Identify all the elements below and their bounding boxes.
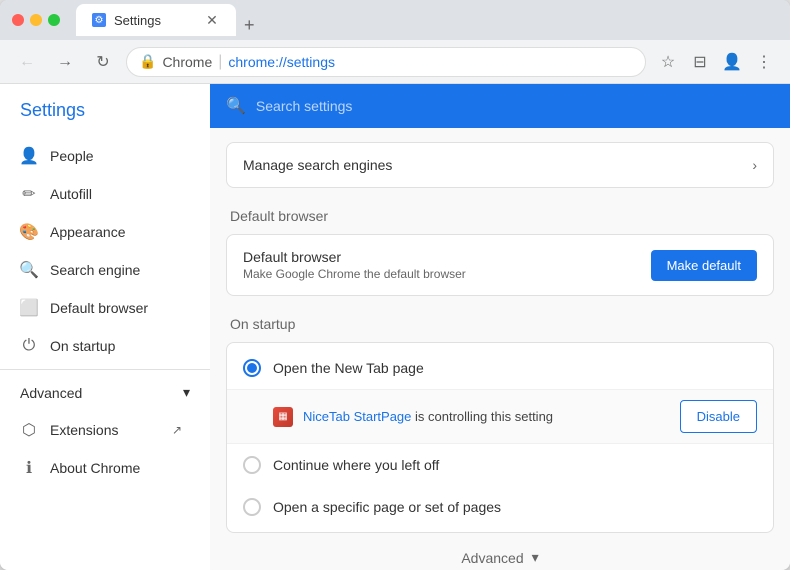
new-tab-button[interactable]: + xyxy=(236,15,263,36)
extensions-icon: ⬡ xyxy=(20,421,38,439)
sidebar-item-people[interactable]: 👤 People xyxy=(0,137,202,175)
search-bar-icon: 🔍 xyxy=(226,96,246,116)
maximize-button[interactable] xyxy=(48,14,60,26)
tab-favicon-icon xyxy=(92,13,106,27)
autofill-icon: ✏ xyxy=(20,185,38,203)
extensions-external-icon: ↗ xyxy=(172,423,182,437)
manage-engines-title: Manage search engines xyxy=(243,157,740,173)
sidebar-label-about: About Chrome xyxy=(50,460,140,476)
radio-continue-icon xyxy=(243,456,261,474)
on-startup-section: On startup Open the New Tab page NiceTab… xyxy=(226,316,774,533)
url-divider: | xyxy=(218,53,222,71)
search-input[interactable] xyxy=(256,98,774,114)
search-engine-icon: 🔍 xyxy=(20,261,38,279)
account-icon[interactable]: 👤 xyxy=(718,48,746,76)
startup-option-continue[interactable]: Continue where you left off xyxy=(227,444,773,486)
sidebar-item-on-startup[interactable]: ⏻ On startup xyxy=(0,327,202,365)
default-browser-text: Default browser Make Google Chrome the d… xyxy=(243,249,639,281)
sidebar-item-search-engine[interactable]: 🔍 Search engine xyxy=(0,251,202,289)
default-browser-icon: ⬜ xyxy=(20,299,38,317)
window-controls xyxy=(12,14,60,26)
content-wrapper: Settings 👤 People ✏ Autofill 🎨 Appearanc… xyxy=(0,84,790,570)
sidebar-advanced[interactable]: Advanced ▾ xyxy=(0,374,210,411)
people-icon: 👤 xyxy=(20,147,38,165)
startup-label-continue: Continue where you left off xyxy=(273,457,439,473)
advanced-chevron-icon: ▾ xyxy=(183,384,190,401)
default-browser-sub: Make Google Chrome the default browser xyxy=(243,267,639,281)
advanced-footer-arrow-icon: ▾ xyxy=(532,549,539,566)
sidebar-title: Settings xyxy=(0,84,210,137)
default-browser-section: Default browser Default browser Make Goo… xyxy=(226,208,774,296)
forward-button[interactable]: → xyxy=(50,47,80,77)
tab-close-icon[interactable]: ✕ xyxy=(204,12,220,28)
default-browser-section-title: Default browser xyxy=(226,208,774,224)
appearance-icon: 🎨 xyxy=(20,223,38,241)
menu-icon[interactable]: ⋮ xyxy=(750,48,778,76)
url-bar[interactable]: 🔒 Chrome | chrome://settings xyxy=(126,47,646,77)
sidebar-label-extensions: Extensions xyxy=(50,422,118,438)
bookmark-icon[interactable]: ☆ xyxy=(654,48,682,76)
startup-option-specific[interactable]: Open a specific page or set of pages xyxy=(227,486,773,528)
startup-option-new-tab[interactable]: Open the New Tab page xyxy=(227,347,773,389)
sidebar-label-appearance: Appearance xyxy=(50,224,126,240)
sidebar-label-search-engine: Search engine xyxy=(50,262,140,278)
advanced-label: Advanced xyxy=(20,385,82,401)
on-startup-section-title: On startup xyxy=(226,316,774,332)
startup-card: Open the New Tab page NiceTab StartPage … xyxy=(226,342,774,533)
address-bar: ← → ↻ 🔒 Chrome | chrome://settings ☆ ⊟ 👤… xyxy=(0,40,790,84)
sidebar-item-appearance[interactable]: 🎨 Appearance xyxy=(0,213,202,251)
advanced-footer-label: Advanced xyxy=(461,550,523,566)
minimize-button[interactable] xyxy=(30,14,42,26)
extension-link[interactable]: NiceTab StartPage xyxy=(303,409,411,424)
extension-notice: NiceTab StartPage is controlling this se… xyxy=(227,389,773,444)
tab-title: Settings xyxy=(114,13,196,28)
disable-extension-button[interactable]: Disable xyxy=(680,400,757,433)
main-panel: 🔍 Manage search engines › Default browse… xyxy=(210,84,790,570)
search-bar: 🔍 xyxy=(210,84,790,128)
content-area: Manage search engines › Default browser … xyxy=(210,142,790,570)
extension-icon xyxy=(273,407,293,427)
secure-icon: 🔒 xyxy=(139,53,156,70)
tab-bar: Settings ✕ + xyxy=(76,4,778,36)
sidebar-label-default-browser: Default browser xyxy=(50,300,148,316)
default-browser-item: Default browser Make Google Chrome the d… xyxy=(227,235,773,295)
default-browser-card: Default browser Make Google Chrome the d… xyxy=(226,234,774,296)
chrome-label: Chrome xyxy=(162,54,212,70)
sidebar-item-about[interactable]: ℹ About Chrome xyxy=(0,449,202,487)
manage-engines-text: Manage search engines xyxy=(243,157,740,173)
radio-new-tab-icon xyxy=(243,359,261,377)
manage-engines-card: Manage search engines › xyxy=(226,142,774,188)
sidebar-item-default-browser[interactable]: ⬜ Default browser xyxy=(0,289,202,327)
sidebar-label-people: People xyxy=(50,148,94,164)
title-bar: Settings ✕ + xyxy=(0,0,790,40)
refresh-button[interactable]: ↻ xyxy=(88,47,118,77)
sidebar-label-on-startup: On startup xyxy=(50,338,115,354)
manage-engines-item[interactable]: Manage search engines › xyxy=(227,143,773,187)
sidebar-label-autofill: Autofill xyxy=(50,186,92,202)
default-browser-title: Default browser xyxy=(243,249,639,265)
close-button[interactable] xyxy=(12,14,24,26)
active-tab[interactable]: Settings ✕ xyxy=(76,4,236,36)
startup-label-specific: Open a specific page or set of pages xyxy=(273,499,501,515)
on-startup-icon: ⏻ xyxy=(20,337,38,355)
sidebar-item-autofill[interactable]: ✏ Autofill xyxy=(0,175,202,213)
about-chrome-icon: ℹ xyxy=(20,459,38,477)
back-button[interactable]: ← xyxy=(12,47,42,77)
startup-label-new-tab: Open the New Tab page xyxy=(273,360,424,376)
sidebar-item-extensions[interactable]: ⬡ Extensions ↗ xyxy=(0,411,202,449)
manage-engines-arrow-icon: › xyxy=(752,157,757,173)
url-text: chrome://settings xyxy=(228,54,335,70)
sidebar-divider xyxy=(0,369,210,370)
toolbar-icons: ☆ ⊟ 👤 ⋮ xyxy=(654,48,778,76)
sidebar: Settings 👤 People ✏ Autofill 🎨 Appearanc… xyxy=(0,84,210,570)
cast-icon[interactable]: ⊟ xyxy=(686,48,714,76)
extension-text: NiceTab StartPage is controlling this se… xyxy=(303,409,670,424)
make-default-button[interactable]: Make default xyxy=(651,250,757,281)
radio-specific-icon xyxy=(243,498,261,516)
advanced-footer[interactable]: Advanced ▾ xyxy=(226,533,774,570)
